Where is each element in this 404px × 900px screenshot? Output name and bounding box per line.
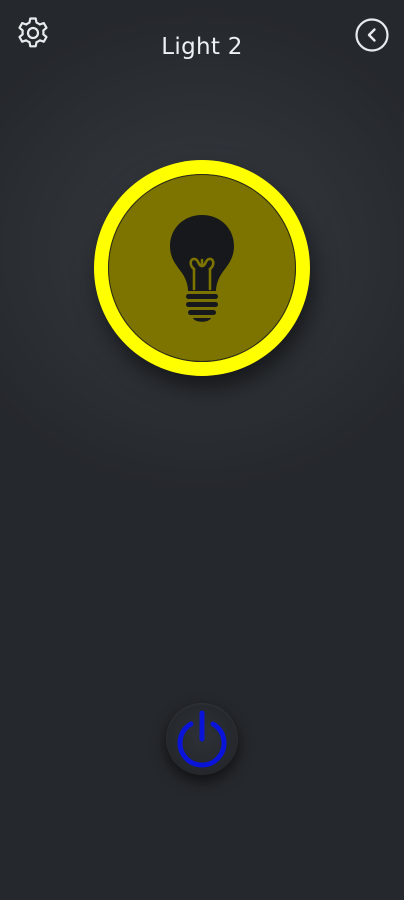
light-indicator: [108, 174, 296, 362]
back-button[interactable]: [354, 17, 390, 53]
app-header: Light 2: [0, 0, 404, 100]
page-title: Light 2: [161, 34, 243, 60]
light-toggle[interactable]: [94, 160, 310, 376]
power-button[interactable]: [166, 703, 238, 775]
lightbulb-icon: [170, 215, 234, 322]
chevron-left-circle-icon: [355, 18, 389, 52]
power-icon: [177, 710, 227, 768]
